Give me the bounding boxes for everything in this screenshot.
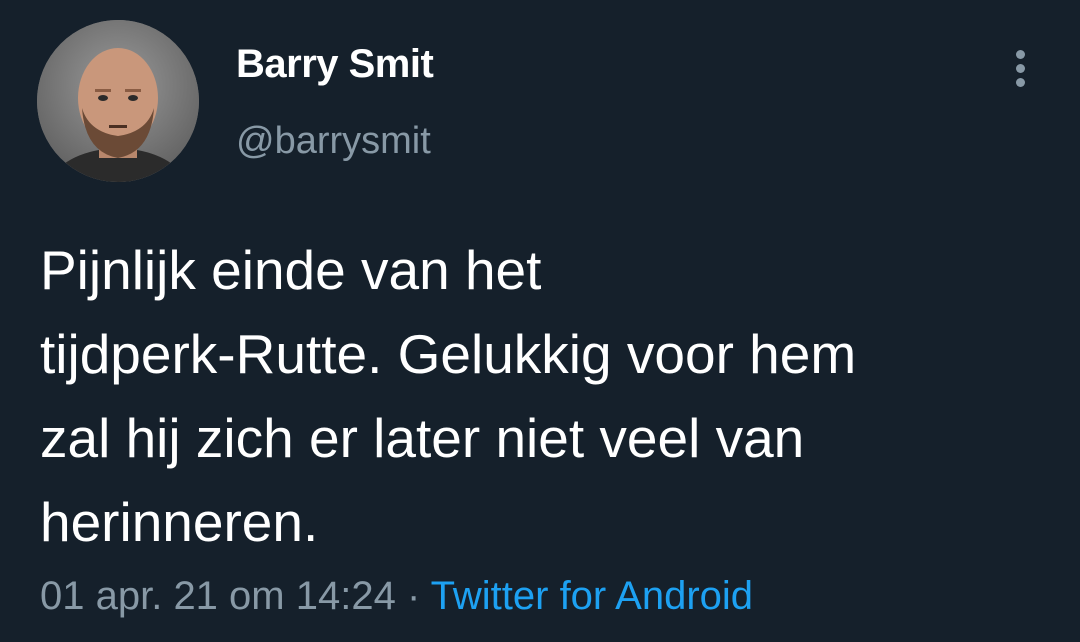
tweet-meta: 01 apr. 21 om 14:24 · Twitter for Androi… bbox=[40, 574, 753, 619]
tweet-source-link[interactable]: Twitter for Android bbox=[431, 574, 753, 618]
tweet-text-line: herinneren. bbox=[40, 491, 319, 553]
meta-separator: · bbox=[395, 574, 431, 618]
tweet-timestamp[interactable]: 01 apr. 21 om 14:24 bbox=[40, 574, 396, 618]
more-options-button[interactable] bbox=[1002, 44, 1040, 92]
tweet-text: Pijnlijk einde van het tijdperk-Rutte. G… bbox=[40, 228, 1050, 564]
tweet-card: Barry Smit @barrysmit Pijnlijk einde van… bbox=[0, 0, 1080, 642]
author-handle[interactable]: @barrysmit bbox=[236, 120, 431, 163]
avatar[interactable] bbox=[37, 20, 199, 182]
tweet-text-line: zal hij zich er later niet veel van bbox=[40, 407, 805, 469]
tweet-text-line: tijdperk-Rutte. Gelukkig voor hem bbox=[40, 323, 857, 385]
avatar-photo-icon bbox=[37, 20, 199, 182]
tweet-text-line: Pijnlijk einde van het bbox=[40, 239, 542, 301]
author-display-name[interactable]: Barry Smit bbox=[236, 42, 434, 87]
